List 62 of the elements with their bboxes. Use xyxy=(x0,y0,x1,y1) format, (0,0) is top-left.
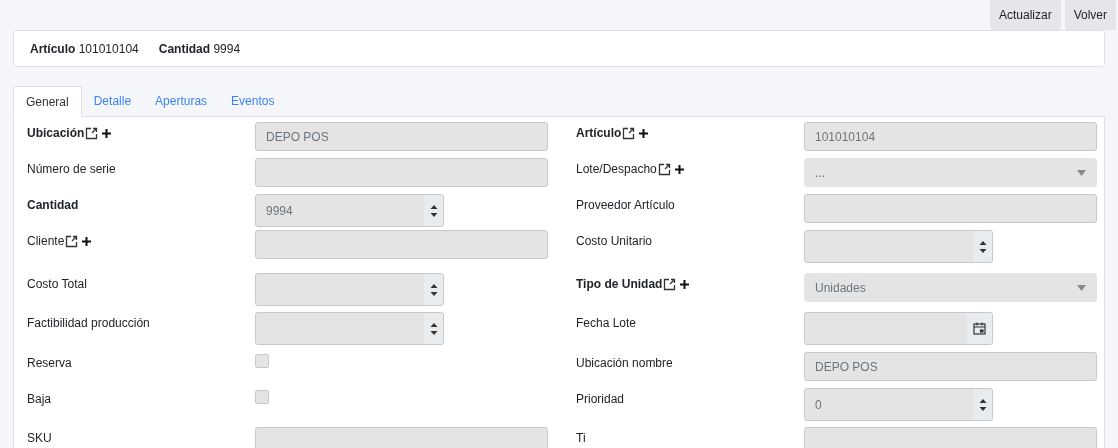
plus-icon[interactable] xyxy=(101,127,113,139)
summary-item: Artículo 101010104 xyxy=(30,40,139,58)
number-field[interactable] xyxy=(804,230,993,263)
field-label: Número de serie xyxy=(27,161,116,178)
tab[interactable]: General xyxy=(13,86,82,117)
field-label: Tipo de Unidad xyxy=(576,276,663,293)
date-field[interactable] xyxy=(804,312,993,345)
summary-item: Cantidad 9994 xyxy=(158,40,241,58)
input-field[interactable] xyxy=(255,158,548,187)
input-field[interactable] xyxy=(255,427,548,448)
spinner-icon xyxy=(424,195,443,226)
number-field[interactable]: 0 xyxy=(804,388,993,421)
external-link-icon[interactable] xyxy=(65,234,79,248)
field-label: Ti xyxy=(576,430,586,447)
field-label: Proveedor Artículo xyxy=(576,197,675,214)
field-label: Reserva xyxy=(27,355,72,372)
input-field[interactable] xyxy=(804,194,1097,223)
field-label: Fecha Lote xyxy=(576,315,637,332)
field-label: Prioridad xyxy=(576,391,625,408)
checkbox[interactable] xyxy=(255,390,269,404)
input-field[interactable]: DEPO POS xyxy=(255,122,548,151)
field-label: Cliente xyxy=(27,233,65,250)
external-link-icon[interactable] xyxy=(663,277,677,291)
plus-icon[interactable] xyxy=(679,278,691,290)
input-field[interactable]: DEPO POS xyxy=(804,352,1097,381)
field-label: Baja xyxy=(27,391,52,408)
calendar-icon xyxy=(967,313,992,344)
select-field[interactable]: Unidades xyxy=(804,273,1097,302)
external-link-icon[interactable] xyxy=(85,126,99,140)
caret-icon xyxy=(1077,169,1086,176)
number-field[interactable]: 9994 xyxy=(255,194,444,227)
plus-icon[interactable] xyxy=(673,163,685,175)
number-field[interactable] xyxy=(255,312,444,345)
input-field[interactable] xyxy=(255,230,548,259)
field-label: Ubicación nombre xyxy=(576,355,673,372)
input-field[interactable] xyxy=(804,427,1097,448)
tab[interactable]: Detalle xyxy=(81,86,144,116)
field-label: Factibilidad producción xyxy=(27,315,150,332)
external-link-icon[interactable] xyxy=(622,126,636,140)
number-field[interactable] xyxy=(255,273,444,306)
spinner-icon xyxy=(424,274,443,305)
plus-icon[interactable] xyxy=(638,127,650,139)
field-label: Costo Total xyxy=(27,276,87,293)
external-link-icon[interactable] xyxy=(657,162,671,176)
input-field[interactable]: 101010104 xyxy=(804,122,1097,151)
plus-icon[interactable] xyxy=(81,235,93,247)
select-field[interactable]: ... xyxy=(804,158,1097,187)
spinner-icon xyxy=(973,231,992,262)
field-label: Artículo xyxy=(576,125,622,142)
checkbox[interactable] xyxy=(255,354,269,368)
toolbar-button[interactable]: Volver xyxy=(1064,0,1116,30)
field-label: Ubicación xyxy=(27,125,85,142)
field-label: Lote/Despacho xyxy=(576,161,657,178)
tab[interactable]: Aperturas xyxy=(143,86,220,116)
field-label: Cantidad xyxy=(27,197,79,214)
spinner-icon xyxy=(424,313,443,344)
caret-icon xyxy=(1077,284,1086,291)
spinner-icon xyxy=(973,389,992,420)
field-label: Costo Unitario xyxy=(576,233,653,250)
field-label: SKU xyxy=(27,430,52,447)
tab[interactable]: Eventos xyxy=(219,86,287,116)
toolbar-button[interactable]: Actualizar xyxy=(989,0,1061,30)
